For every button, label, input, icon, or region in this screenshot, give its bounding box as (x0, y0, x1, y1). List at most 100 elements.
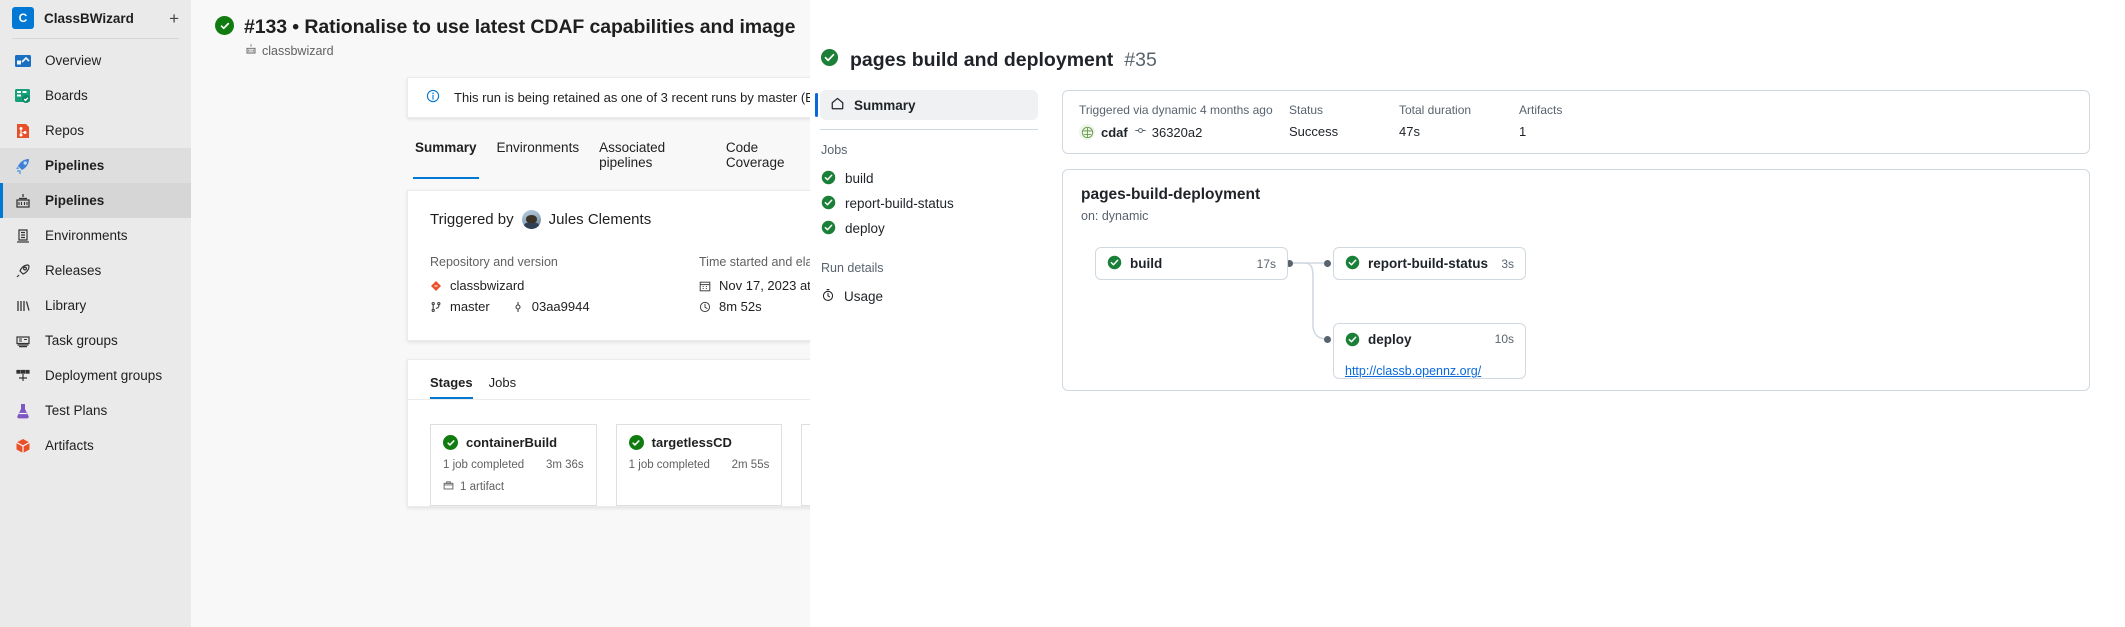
sidebar-item-pipelines-group[interactable]: Pipelines (0, 148, 191, 183)
boards-icon (12, 85, 34, 107)
sidebar-label: Boards (45, 88, 88, 103)
repository-name[interactable]: classbwizard (450, 278, 524, 293)
success-check-icon (821, 195, 836, 213)
deployment-groups-icon (12, 365, 34, 387)
sidebar-item-environments[interactable]: Environments (0, 218, 191, 253)
triggered-by-label: Triggered by (430, 211, 514, 228)
success-check-icon (1345, 332, 1360, 350)
repository-column: Repository and version classbwizard mast… (430, 255, 699, 320)
sidebar-item-boards[interactable]: Boards (0, 78, 191, 113)
pipeline-breadcrumb[interactable]: classbwizard (245, 43, 810, 58)
node-duration: 17s (1256, 256, 1276, 271)
elapsed-row: 8m 52s (699, 299, 810, 314)
workflow-run-number: #35 (1124, 48, 1157, 71)
status-column: Status Success (1289, 103, 1399, 140)
banner-text: This run is being retained as one of 3 r… (454, 90, 810, 105)
branch-name[interactable]: master (450, 299, 490, 314)
triggered-label: Triggered via dynamic 4 months ago (1079, 103, 1273, 117)
job-label: deploy (845, 221, 885, 236)
avatar (521, 210, 541, 229)
sidebar-item-usage[interactable]: Usage (820, 284, 1038, 309)
status-value: Success (1289, 124, 1339, 139)
branch-icon (430, 301, 443, 313)
sidebar-item-library[interactable]: Library (0, 288, 191, 323)
add-project-button[interactable]: + (169, 10, 179, 27)
success-check-icon (215, 16, 234, 35)
triggered-by-user[interactable]: Jules Clements (549, 211, 652, 228)
run-details-grid: Repository and version classbwizard mast… (430, 255, 810, 320)
github-sidebar: Summary Jobs build report-build-status d… (815, 90, 1038, 391)
org-name: ClassBWizard (44, 10, 134, 26)
tab-associated-pipelines[interactable]: Associated pipelines (597, 138, 708, 179)
workflow-name: pages-build-deployment (1081, 186, 1261, 203)
sidebar-item-summary[interactable]: Summary (815, 90, 1038, 120)
sidebar-label: Test Plans (45, 403, 108, 418)
commit-sha-chip[interactable]: 36320a2 (1134, 124, 1203, 140)
task-groups-icon (12, 330, 34, 352)
commit-sha[interactable]: 36320a2 (1152, 125, 1203, 140)
graph-node-build[interactable]: build 17s (1095, 247, 1288, 280)
node-label: report-build-status (1368, 256, 1488, 271)
workflow-graph: build 17s report-build-status 3s deploy … (1081, 247, 2071, 379)
pipelines-rocket-icon (12, 155, 34, 177)
sidebar-label: Deployment groups (45, 368, 163, 383)
github-content: Triggered via dynamic 4 months ago cdaf … (1062, 90, 2090, 391)
azure-main: #133 • Rationalise to use latest CDAF ca… (191, 0, 810, 627)
success-check-icon (1345, 255, 1360, 273)
github-body: Summary Jobs build report-build-status d… (810, 72, 2090, 391)
duration-value: 47s (1399, 124, 1420, 139)
commit-sha[interactable]: 03aa9944 (532, 299, 590, 314)
pipeline-name: classbwizard (262, 43, 334, 58)
success-check-icon (1107, 255, 1122, 273)
actor-name[interactable]: cdaf (1101, 125, 1128, 140)
jobs-header: Jobs (821, 143, 848, 157)
tab-environments[interactable]: Environments (495, 138, 582, 179)
org-header[interactable]: C ClassBWizard + (0, 0, 191, 36)
triggered-by-card: Triggered by Jules Clements Repository a… (407, 190, 810, 341)
tab-stages[interactable]: Stages (430, 375, 473, 399)
graph-node-deploy[interactable]: deploy 10s http://classb.opennz.org/ (1333, 323, 1526, 379)
stage-artifacts[interactable]: 1 artifact (431, 480, 596, 505)
success-check-icon (443, 435, 458, 450)
branch-chip[interactable]: master (430, 299, 490, 314)
deployment-url-link[interactable]: http://classb.opennz.org/ (1345, 364, 1514, 378)
tab-code-coverage[interactable]: Code Coverage (724, 138, 810, 179)
node-label: deploy (1368, 332, 1412, 347)
tab-jobs[interactable]: Jobs (489, 375, 516, 399)
node-duration: 10s (1494, 332, 1514, 346)
environments-icon (12, 225, 34, 247)
stage-name: targetlessCD (651, 435, 732, 450)
stage-card[interactable]: containerBuild 1 job completed 3m 36s 1 … (430, 424, 597, 506)
sidebar-item-deployment-groups[interactable]: Deployment groups (0, 358, 191, 393)
job-label: build (845, 171, 874, 186)
stage-card[interactable]: Push 2 jobs completed 2m 0s (801, 424, 810, 506)
sidebar-item-overview[interactable]: Overview (0, 43, 191, 78)
commit-icon (1134, 124, 1147, 140)
sidebar-job-deploy[interactable]: deploy (820, 216, 1038, 241)
sidebar-item-releases[interactable]: Releases (0, 253, 191, 288)
repository-row[interactable]: classbwizard (430, 278, 699, 293)
sidebar-item-test-plans[interactable]: Test Plans (0, 393, 191, 428)
success-check-icon (821, 170, 836, 188)
start-time: Nov 17, 2023 at 2:22 PM (719, 278, 810, 293)
sidebar-item-task-groups[interactable]: Task groups (0, 323, 191, 358)
cdaf-avatar-icon (1079, 124, 1095, 140)
stage-duration: 3m 36s (545, 459, 584, 471)
stage-card[interactable]: targetlessCD 1 job completed 2m 55s (615, 424, 783, 506)
sidebar-job-build[interactable]: build (820, 166, 1038, 191)
sidebar-item-artifacts[interactable]: Artifacts (0, 428, 191, 463)
sidebar-item-repos[interactable]: Repos (0, 113, 191, 148)
commit-chip[interactable]: 03aa9944 (512, 299, 590, 314)
tab-summary[interactable]: Summary (413, 138, 479, 179)
repository-header: Repository and version (430, 255, 558, 269)
sidebar-label: Environments (45, 228, 128, 243)
workflow-run-header: pages build and deployment #35 (810, 0, 2090, 72)
sidebar-job-report-build-status[interactable]: report-build-status (820, 191, 1038, 216)
stages-card: Stages Jobs containerBuild 1 job complet… (407, 359, 810, 507)
commit-icon (512, 301, 525, 313)
screenshot-root: C ClassBWizard + Overview Boards Repos P… (0, 0, 2125, 627)
sidebar-item-pipelines[interactable]: Pipelines (0, 183, 191, 218)
graph-node-report-build-status[interactable]: report-build-status 3s (1333, 247, 1526, 280)
workflow-graph-card: pages-build-deployment on: dynamic build… (1062, 169, 2090, 391)
triggered-column: Triggered via dynamic 4 months ago cdaf … (1079, 103, 1289, 140)
